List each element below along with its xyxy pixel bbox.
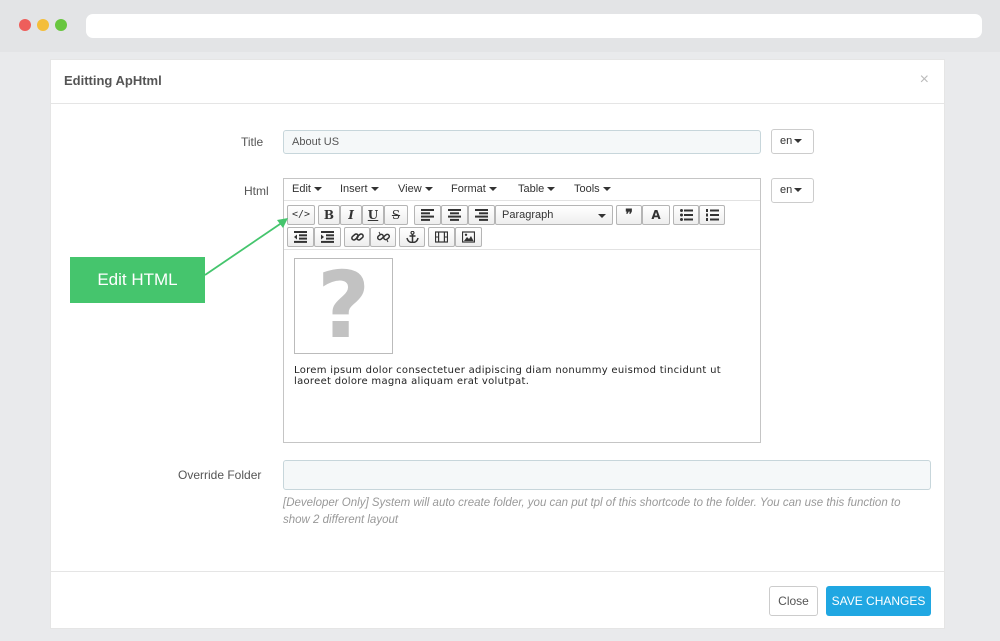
menu-view[interactable]: View — [398, 183, 433, 195]
format-select[interactable]: Paragraph — [495, 205, 613, 225]
modal-title: Editting ApHtml — [64, 73, 162, 88]
align-center-icon[interactable] — [441, 205, 468, 225]
chevron-down-icon — [370, 187, 379, 192]
title-input[interactable]: About US — [283, 130, 761, 154]
editor-content-area[interactable]: ? Lorem ipsum dolor consectetuer adipisc… — [284, 249, 760, 443]
callout-arrow-icon — [204, 218, 288, 276]
unlink-icon[interactable] — [370, 227, 396, 247]
editor-menubar: Edit Insert View Format Table Tools — [284, 179, 760, 201]
menu-insert-label: Insert — [340, 183, 368, 195]
chevron-down-icon — [602, 187, 611, 192]
edit-html-callout: Edit HTML — [70, 257, 205, 303]
minimize-window-icon[interactable] — [37, 19, 49, 31]
chevron-down-icon — [547, 187, 556, 192]
edit-modal: Editting ApHtml × Title About US en Html… — [50, 59, 945, 629]
image-icon[interactable] — [455, 227, 482, 247]
indent-icon[interactable] — [314, 227, 341, 247]
chevron-down-icon — [794, 139, 803, 144]
title-label: Title — [241, 135, 264, 149]
title-lang-dropdown[interactable]: en — [771, 129, 814, 154]
menu-format[interactable]: Format — [451, 183, 497, 195]
clear-format-icon[interactable]: A — [642, 205, 670, 225]
rich-text-editor: Edit Insert View Format Table Tools </> … — [283, 178, 761, 443]
chevron-down-icon — [598, 214, 606, 218]
html-lang-dropdown[interactable]: en — [771, 178, 814, 203]
menu-tools-label: Tools — [574, 183, 600, 195]
chevron-down-icon — [424, 187, 433, 192]
override-folder-input[interactable] — [283, 460, 931, 490]
menu-view-label: View — [398, 183, 422, 195]
menu-table-label: Table — [518, 183, 545, 195]
numbered-list-icon[interactable] — [699, 205, 725, 225]
chevron-down-icon — [488, 187, 497, 192]
close-button[interactable]: Close — [769, 586, 818, 616]
browser-chrome — [0, 0, 1000, 52]
format-select-label: Paragraph — [502, 209, 554, 221]
menu-table[interactable]: Table — [518, 183, 556, 195]
media-icon[interactable] — [428, 227, 455, 247]
maximize-window-icon[interactable] — [55, 19, 67, 31]
menu-format-label: Format — [451, 183, 486, 195]
menu-edit-label: Edit — [292, 183, 311, 195]
anchor-icon[interactable] — [399, 227, 425, 247]
html-label: Html — [244, 184, 269, 198]
bullet-list-icon[interactable] — [673, 205, 699, 225]
question-mark-icon: ? — [316, 252, 371, 359]
strikethrough-icon[interactable]: S — [384, 205, 408, 225]
blockquote-icon[interactable]: ❞ — [616, 205, 642, 225]
chevron-down-icon — [794, 188, 803, 193]
italic-icon[interactable]: I — [340, 205, 362, 225]
chevron-down-icon — [313, 187, 322, 192]
address-bar[interactable] — [86, 14, 982, 38]
editor-content-text[interactable]: Lorem ipsum dolor consectetuer adipiscin… — [294, 365, 754, 387]
menu-edit[interactable]: Edit — [292, 183, 322, 195]
modal-header: Editting ApHtml × — [51, 60, 944, 104]
close-window-icon[interactable] — [19, 19, 31, 31]
override-help-text: [Developer Only] System will auto create… — [283, 497, 901, 526]
bold-icon[interactable]: B — [318, 205, 340, 225]
link-icon[interactable] — [344, 227, 370, 247]
override-folder-label: Override Folder — [178, 468, 262, 482]
menu-insert[interactable]: Insert — [340, 183, 379, 195]
save-changes-button[interactable]: SAVE CHANGES — [826, 586, 931, 616]
title-lang-label: en — [780, 135, 793, 147]
modal-footer-divider — [51, 571, 944, 572]
align-left-icon[interactable] — [414, 205, 441, 225]
align-right-icon[interactable] — [468, 205, 495, 225]
placeholder-image[interactable]: ? — [294, 258, 393, 354]
menu-tools[interactable]: Tools — [574, 183, 611, 195]
underline-icon[interactable]: U — [362, 205, 384, 225]
html-lang-label: en — [780, 184, 793, 196]
modal-close-icon[interactable]: × — [920, 71, 929, 89]
